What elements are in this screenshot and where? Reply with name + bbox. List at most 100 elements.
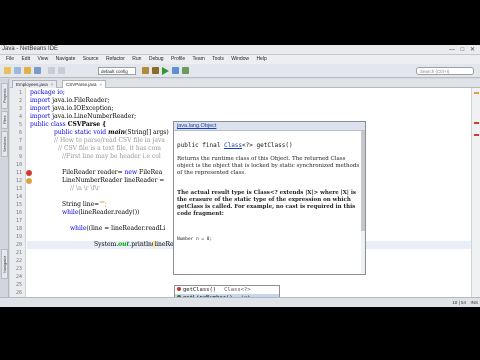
signature-link[interactable]: Class: [224, 142, 242, 149]
warning-icon[interactable]: [26, 178, 32, 184]
side-tab-services[interactable]: Services: [1, 131, 8, 157]
error-marker[interactable]: [474, 134, 479, 136]
window-title: Java - NetBeans IDE: [2, 46, 59, 52]
error-stripe: [471, 88, 480, 297]
code-keyword: while: [62, 209, 79, 216]
code-text: java.io.IOException;: [50, 105, 114, 112]
line-number: 12: [15, 178, 22, 184]
code-line: String line="";: [62, 201, 107, 208]
line-number: 3: [18, 106, 22, 112]
open-project-icon[interactable]: [24, 67, 31, 74]
javadoc-scroll-thumb[interactable]: [361, 131, 365, 231]
javadoc-code-sample: Number n = 0;: [177, 237, 213, 242]
completion-type: Class<?>: [224, 287, 251, 293]
code-line: while(lineReader.ready()): [62, 209, 139, 216]
code-text: System.: [94, 241, 119, 248]
line-number: 23: [15, 266, 22, 272]
menu-view[interactable]: View: [37, 55, 48, 64]
debug-icon[interactable]: [172, 67, 179, 74]
line-number: 22: [15, 258, 22, 264]
search-input[interactable]: Search (Ctrl+I): [416, 67, 474, 75]
line-number: 18: [15, 226, 22, 232]
build-icon[interactable]: [142, 67, 149, 74]
tab-employees[interactable]: Employees.java ×: [12, 80, 58, 88]
code-text: CSVParse {: [65, 121, 107, 128]
side-tab-files[interactable]: Files: [1, 111, 8, 129]
line-number: 16: [15, 210, 22, 216]
code-line: package io;: [30, 89, 65, 96]
code-text: java.io.FileReader;: [50, 97, 110, 104]
line-number: 17: [15, 218, 22, 224]
new-file-icon[interactable]: [14, 67, 21, 74]
code-line: FileReader reader= new FileRea: [62, 169, 162, 176]
menu-team[interactable]: Team: [193, 55, 205, 64]
menu-window[interactable]: Window: [231, 55, 249, 64]
menu-refactor[interactable]: Refactor: [106, 55, 125, 64]
javadoc-class-link[interactable]: java.lang.Object: [177, 123, 216, 129]
code-keyword: public static void: [54, 129, 107, 136]
line-number: 26: [15, 290, 22, 296]
code-line: public class CSVParse {: [30, 121, 106, 128]
editor-tabs: Employees.java × CSVParse.java ×: [10, 79, 480, 88]
line-number: 8: [18, 146, 22, 152]
javadoc-result-type: The actual result type is Class<? extend…: [177, 190, 357, 217]
line-number: 24: [15, 274, 22, 280]
menu-bar: File Edit View Navigate Source Refactor …: [0, 55, 480, 64]
javadoc-header: java.lang.Object: [174, 122, 365, 131]
error-marker[interactable]: [474, 122, 479, 124]
run-icon[interactable]: [162, 67, 169, 75]
menu-help[interactable]: Help: [256, 55, 266, 64]
signature-text: <?> getClass(): [242, 142, 293, 149]
code-line: //First line may be header i.e col: [62, 153, 161, 160]
code-line: while((line = lineReader.readLi: [70, 225, 165, 232]
redo-icon[interactable]: [58, 67, 65, 74]
code-keyword: public class: [30, 121, 66, 128]
code-keyword: while: [70, 225, 87, 232]
config-select[interactable]: default config: [98, 67, 136, 75]
line-number: 9: [18, 154, 22, 160]
line-number: 13: [15, 186, 22, 192]
window-controls[interactable]: — □ ✕: [449, 46, 477, 53]
code-line: import java.io.LineNumberReader;: [30, 113, 136, 120]
code-line: public static void main(String[] args): [54, 129, 169, 136]
cursor-position: 18 | 54: [452, 300, 466, 305]
title-bar: Java - NetBeans IDE — □ ✕: [0, 45, 480, 55]
menu-run[interactable]: Run: [132, 55, 141, 64]
warning-marker[interactable]: [474, 92, 479, 94]
menu-navigate[interactable]: Navigate: [56, 55, 76, 64]
menu-file[interactable]: File: [6, 55, 14, 64]
profile-icon[interactable]: [182, 67, 189, 74]
code-text: (lineReader.ready()): [78, 209, 140, 216]
tab-csvparse[interactable]: CSVParse.java ×: [62, 80, 107, 88]
menu-source[interactable]: Source: [83, 55, 99, 64]
menu-profile[interactable]: Profile: [171, 55, 185, 64]
left-side-panel: Projects Files Services Navigator: [0, 79, 9, 297]
completion-item[interactable]: getClass() Class<?>: [175, 286, 279, 294]
line-number: 6: [18, 130, 22, 136]
code-line: LineNumberReader lineReader =: [62, 177, 165, 184]
code-static-field: out: [118, 241, 130, 248]
code-line: // \n \r \f\r: [70, 185, 100, 192]
undo-icon[interactable]: [48, 67, 55, 74]
menu-edit[interactable]: Edit: [21, 55, 30, 64]
code-keyword: new: [124, 169, 138, 176]
text-caret: [153, 241, 155, 248]
new-project-icon[interactable]: [4, 67, 11, 74]
close-icon[interactable]: ×: [100, 82, 103, 87]
clean-build-icon[interactable]: [152, 67, 159, 74]
save-all-icon[interactable]: [34, 67, 41, 74]
menu-debug[interactable]: Debug: [149, 55, 164, 64]
ide-window: Java - NetBeans IDE — □ ✕ File Edit View…: [0, 45, 480, 307]
error-icon[interactable]: [26, 170, 32, 176]
javadoc-popup[interactable]: java.lang.Object public final Class<?> g…: [173, 121, 366, 275]
line-number-gutter: 1 2 3 4 5 6 7 8 9 10 11 12 13 14 15 16 1…: [10, 88, 26, 297]
menu-tools[interactable]: Tools: [212, 55, 224, 64]
line-number: 19: [15, 234, 22, 240]
line-number: 5: [18, 122, 22, 128]
line-number: 4: [18, 114, 22, 120]
code-text: package io;: [30, 89, 65, 96]
side-tab-projects[interactable]: Projects: [1, 83, 8, 109]
line-number: 14: [15, 194, 22, 200]
close-icon[interactable]: ×: [51, 82, 54, 87]
side-tab-navigator[interactable]: Navigator: [1, 249, 8, 279]
